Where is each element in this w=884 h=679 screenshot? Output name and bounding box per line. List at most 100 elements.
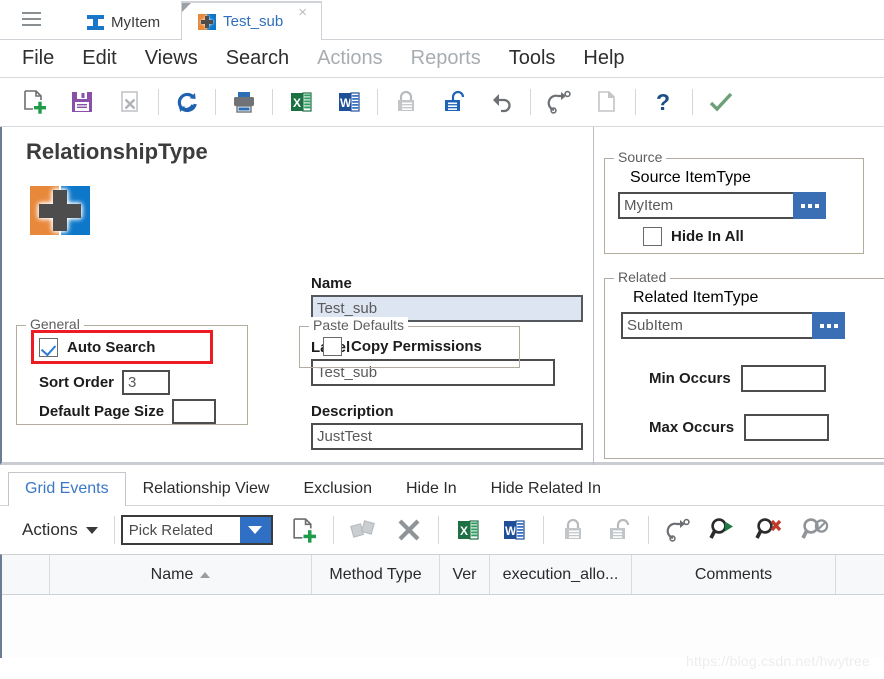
save-icon[interactable] [64, 85, 100, 119]
menu-item-edit[interactable]: Edit [68, 45, 130, 72]
hide-in-all-row[interactable]: Hide In All [643, 227, 744, 246]
toolbar-separator [377, 89, 378, 115]
export-word-icon[interactable]: W [495, 513, 533, 547]
document-tab-label: Test_sub [223, 13, 284, 30]
export-excel-icon[interactable]: X [283, 85, 319, 119]
menu-item-views[interactable]: Views [131, 45, 212, 72]
grid-column-comments[interactable]: Comments [632, 555, 836, 594]
print-icon[interactable] [226, 85, 262, 119]
undo-icon[interactable] [484, 85, 520, 119]
related-itemtype-picker: SubItem [621, 312, 845, 339]
menu-item-file[interactable]: File [8, 45, 68, 72]
grid-column-ver[interactable]: Ver [440, 555, 490, 594]
lock-icon [554, 513, 592, 547]
redo-icon[interactable] [659, 513, 697, 547]
search-clear-icon[interactable] [751, 513, 789, 547]
grid-actions-toolbar: Actions Pick Related X W [0, 506, 884, 554]
copy-permissions-checkbox[interactable] [323, 337, 342, 356]
tab-exclusion[interactable]: Exclusion [286, 472, 388, 506]
relationshiptype-icon [198, 13, 217, 30]
hamburger-menu-icon[interactable] [14, 0, 48, 39]
lock-icon [388, 85, 424, 119]
grid-events-grid: Name Method Type Ver execution_allo... C… [0, 554, 884, 658]
related-itemtype-input[interactable]: SubItem [621, 312, 812, 339]
source-itemtype-label: Source ItemType [630, 169, 751, 186]
unlock-icon [600, 513, 638, 547]
max-occurs-input[interactable] [744, 414, 830, 441]
toolbar-separator [215, 89, 216, 115]
source-itemtype-picker: MyItem [618, 192, 826, 219]
document-tab-myitem[interactable]: MyItem [70, 5, 175, 39]
related-groupbox-caption: Related [614, 269, 671, 285]
close-icon[interactable]: × [298, 5, 307, 20]
done-icon[interactable] [703, 85, 739, 119]
ellipsis-icon[interactable] [793, 192, 826, 219]
refresh-icon[interactable] [169, 85, 205, 119]
source-groupbox: Source Source ItemType MyItem Hide In Al… [604, 149, 864, 254]
grid-column-method-type[interactable]: Method Type [312, 555, 440, 594]
paste-defaults-groupbox-caption: Paste Defaults [309, 317, 409, 333]
search-disabled-icon [797, 513, 835, 547]
main-toolbar: X W ? [0, 78, 884, 127]
new-icon[interactable] [16, 85, 52, 119]
page-title: RelationshipType [26, 139, 208, 164]
grid-column-extra [836, 555, 884, 594]
sort-ascending-icon [200, 571, 211, 578]
menu-item-search[interactable]: Search [212, 45, 303, 72]
source-groupbox-caption: Source [614, 149, 667, 165]
menu-item-tools[interactable]: Tools [495, 45, 570, 72]
actions-dropdown-button[interactable]: Actions [12, 520, 108, 540]
toolbar-separator [542, 516, 544, 544]
min-occurs-row: Min Occurs [649, 365, 826, 392]
toolbar-separator [530, 89, 531, 115]
source-itemtype-input[interactable]: MyItem [618, 192, 793, 219]
svg-text:W: W [505, 524, 517, 538]
max-occurs-label: Max Occurs [649, 419, 735, 436]
grid-column-name[interactable]: Name [50, 555, 312, 594]
ellipsis-icon[interactable] [812, 312, 845, 339]
description-label: Description [311, 403, 394, 420]
delete-icon [112, 85, 148, 119]
pick-related-select[interactable]: Pick Related [120, 515, 273, 545]
default-page-size-row: Default Page Size [39, 399, 217, 424]
copy-permissions-label: Copy Permissions [351, 338, 482, 355]
chevron-down-icon[interactable] [239, 517, 271, 543]
grid-body [2, 595, 884, 658]
svg-text:X: X [293, 96, 301, 110]
relationshiptype-form: RelationshipType Name Test_sub Label Tes… [0, 127, 884, 465]
tab-hide-in[interactable]: Hide In [389, 472, 474, 506]
sort-order-input[interactable]: 3 [122, 370, 171, 395]
document-tab-test-sub[interactable]: Test_sub × [181, 2, 322, 40]
new-row-icon[interactable] [285, 513, 323, 547]
menu-item-help[interactable]: Help [569, 45, 638, 72]
search-run-icon[interactable] [705, 513, 743, 547]
toolbar-separator [692, 89, 693, 115]
min-occurs-input[interactable] [740, 365, 826, 392]
export-excel-icon[interactable]: X [449, 513, 487, 547]
svg-text:X: X [460, 524, 468, 538]
myitem-icon [87, 15, 104, 30]
description-input[interactable]: JustTest [311, 423, 583, 450]
copy-permissions-row[interactable]: Copy Permissions [323, 337, 482, 356]
toolbar-separator [635, 89, 636, 115]
hide-in-all-checkbox[interactable] [643, 227, 662, 246]
tab-hide-related-in[interactable]: Hide Related In [474, 472, 618, 506]
menu-item-reports: Reports [410, 47, 481, 69]
menu-item-actions: Actions [317, 47, 383, 69]
actions-dropdown-label: Actions [22, 520, 78, 539]
toolbar-separator [647, 516, 649, 544]
default-page-size-input[interactable] [172, 399, 217, 424]
redo-icon[interactable] [541, 85, 577, 119]
name-label: Name [311, 275, 352, 292]
unlock-icon[interactable] [436, 85, 472, 119]
help-icon[interactable]: ? [646, 85, 682, 119]
grid-column-execution-allowed[interactable]: execution_allo... [490, 555, 632, 594]
delete-row-icon[interactable] [390, 513, 428, 547]
tab-grid-events[interactable]: Grid Events [8, 472, 126, 506]
grid-column-name-label: Name [150, 565, 194, 583]
tab-relationship-view[interactable]: Relationship View [126, 472, 287, 506]
pick-related-value: Pick Related [128, 521, 213, 539]
export-word-icon[interactable]: W [331, 85, 367, 119]
grid-column-selector[interactable] [2, 555, 50, 594]
sort-order-label: Sort Order [39, 374, 115, 391]
